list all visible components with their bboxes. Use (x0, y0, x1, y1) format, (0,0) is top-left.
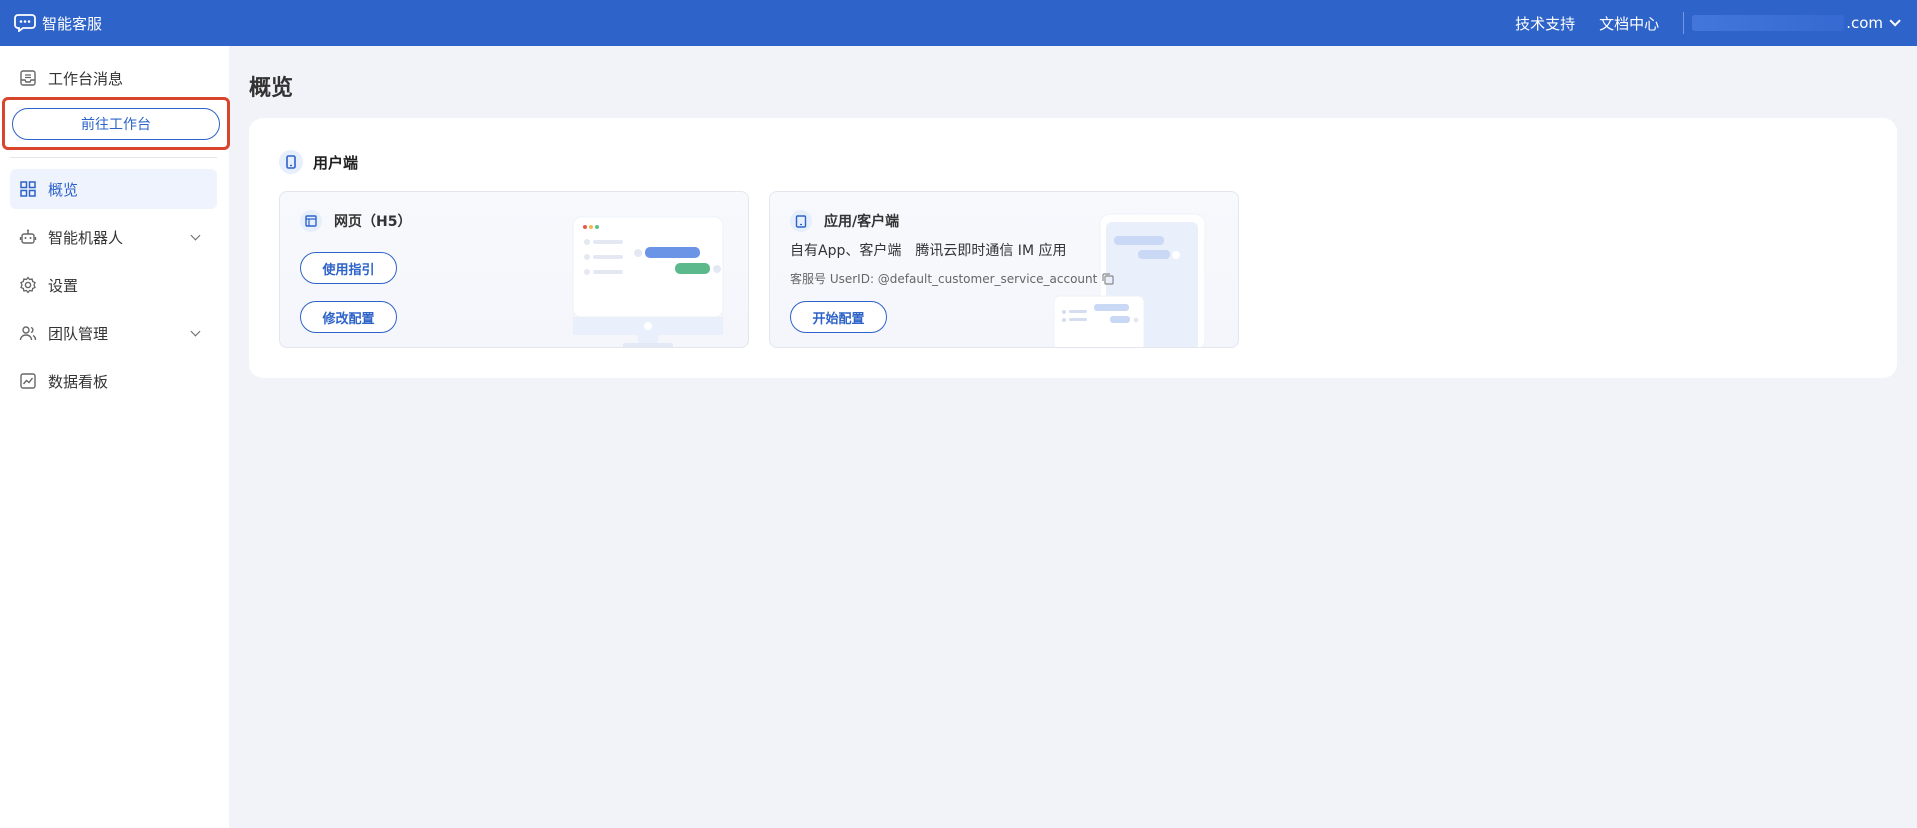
top-bar: 智能客服 技术支持 文档中心 .com (0, 0, 1917, 46)
app-card-description: 自有App、客户端 腾讯云即时通信 IM 应用 (790, 243, 1067, 259)
goto-workbench-button[interactable]: 前往工作台 (12, 108, 220, 140)
card-title: 应用/客户端 (790, 210, 899, 232)
phone-icon (279, 150, 303, 174)
web-h5-card: 网页（H5） 使用指引 修改配置 (279, 191, 749, 348)
sidebar-item-data-dashboard[interactable]: 数据看板 (10, 361, 217, 401)
sidebar-item-workbench-messages[interactable]: 工作台消息 (10, 58, 217, 98)
start-config-button[interactable]: 开始配置 (790, 301, 887, 333)
divider (10, 157, 217, 158)
highlight-box: 前往工作台 (2, 97, 230, 150)
chevron-down-icon (190, 326, 201, 337)
sidebar-item-smart-robot[interactable]: 智能机器人 (10, 217, 217, 257)
section-title: 用户端 (279, 150, 358, 174)
team-icon (18, 323, 38, 343)
divider (1683, 12, 1685, 34)
chat-bubble-icon (14, 14, 36, 32)
sidebar-item-label: 数据看板 (48, 372, 109, 391)
redacted-account (1692, 15, 1845, 31)
app-client-card: 应用/客户端 自有App、客户端 腾讯云即时通信 IM 应用 客服号 UserID… (769, 191, 1239, 348)
grid-icon (18, 179, 38, 199)
card-title: 网页（H5） (300, 210, 411, 232)
app-title: 智能客服 (42, 14, 103, 33)
client-panel: 用户端 网页（H5） 使用指引 修改配置 应用/客户端 自有App、客户端 腾讯… (249, 118, 1897, 378)
account-suffix: .com (1846, 14, 1883, 32)
sidebar-item-label: 设置 (48, 276, 79, 295)
sidebar-item-settings[interactable]: 设置 (10, 265, 217, 305)
userid-text: 客服号 UserID: @default_customer_service_ac… (790, 272, 1098, 286)
account-menu[interactable]: .com (1692, 14, 1901, 32)
inbox-icon (18, 68, 38, 88)
tablet-icon (790, 210, 812, 232)
tech-support-link[interactable]: 技术支持 (1515, 13, 1575, 34)
page-title: 概览 (249, 76, 294, 101)
brand[interactable]: 智能客服 (14, 13, 102, 34)
userid-row: 客服号 UserID: @default_customer_service_ac… (790, 270, 1115, 287)
sidebar-item-team-management[interactable]: 团队管理 (10, 313, 217, 353)
usage-guide-button[interactable]: 使用指引 (300, 252, 397, 284)
sidebar-item-label: 团队管理 (48, 324, 109, 343)
modify-config-button[interactable]: 修改配置 (300, 301, 397, 333)
chevron-down-icon (190, 230, 201, 241)
robot-icon (18, 227, 38, 247)
sidebar-item-label: 智能机器人 (48, 228, 124, 247)
browser-icon (300, 210, 322, 232)
sidebar: 工作台消息 前往工作台 概览 智能机器人 设置 团队管理 数据看板 (0, 46, 230, 828)
chevron-down-icon (1889, 15, 1901, 27)
chart-icon (18, 371, 38, 391)
gear-icon (18, 275, 38, 295)
copy-icon[interactable] (1101, 272, 1115, 286)
web-illustration (572, 216, 724, 347)
sidebar-item-label: 工作台消息 (48, 69, 124, 88)
sidebar-item-label: 概览 (48, 180, 79, 199)
docs-center-link[interactable]: 文档中心 (1599, 13, 1659, 34)
sidebar-item-overview[interactable]: 概览 (10, 169, 217, 209)
